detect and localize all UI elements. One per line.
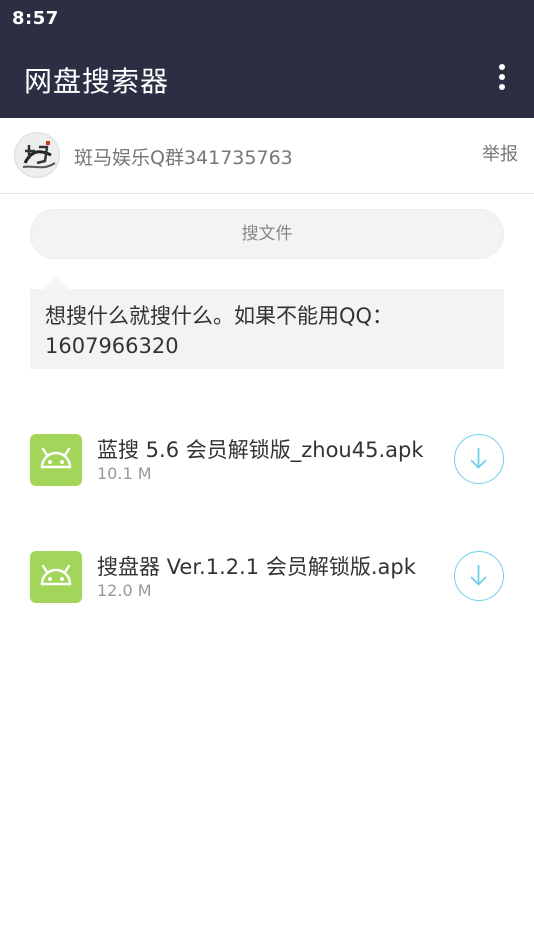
- status-time: 8:57: [12, 8, 59, 29]
- search-files-button[interactable]: 搜文件: [30, 209, 504, 259]
- file-name: 搜盘器 Ver.1.2.1 会员解锁版.apk: [97, 555, 416, 579]
- report-button[interactable]: 举报: [482, 140, 518, 166]
- group-header[interactable]: 斑马娱乐Q群341735763 举报: [0, 118, 534, 194]
- file-item[interactable]: 蓝搜 5.6 会员解锁版_zhou45.apk 10.1 M: [0, 434, 534, 514]
- status-bar: 8:57: [0, 0, 534, 36]
- message-text: 想搜什么就搜什么。如果不能用QQ：1607966320: [45, 304, 394, 358]
- android-icon: [30, 434, 82, 486]
- file-size: 10.1 M: [97, 464, 152, 483]
- download-icon[interactable]: [454, 434, 504, 484]
- app-bar: 网盘搜索器: [0, 36, 534, 118]
- download-icon[interactable]: [454, 551, 504, 601]
- avatar: [14, 132, 60, 178]
- file-size: 12.0 M: [97, 581, 152, 600]
- file-name: 蓝搜 5.6 会员解锁版_zhou45.apk: [97, 438, 424, 462]
- android-icon: [30, 551, 82, 603]
- page-title: 网盘搜索器: [24, 65, 170, 98]
- more-options-icon[interactable]: [490, 60, 514, 96]
- group-name: 斑马娱乐Q群341735763: [74, 147, 293, 169]
- message-bubble: 想搜什么就搜什么。如果不能用QQ：1607966320: [30, 277, 504, 369]
- file-item[interactable]: 搜盘器 Ver.1.2.1 会员解锁版.apk 12.0 M: [0, 551, 534, 631]
